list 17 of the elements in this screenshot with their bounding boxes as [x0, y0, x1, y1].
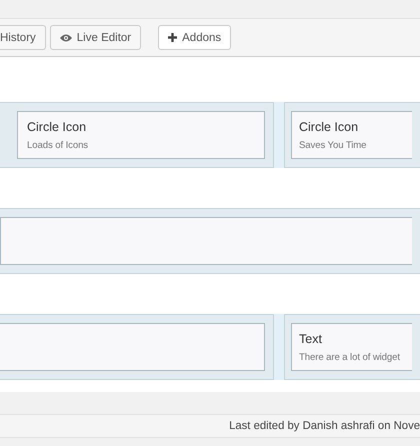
- widget-description: Saves You Time: [299, 140, 368, 150]
- last-edited-text: Last edited by Danish ashrafi on Nove: [229, 420, 420, 432]
- widget-description: There are a lot of widget: [299, 352, 401, 362]
- widget-description: Loads of Icons: [27, 140, 90, 150]
- widget-card[interactable]: [0, 217, 412, 265]
- addons-button[interactable]: Addons: [158, 25, 232, 50]
- history-button[interactable]: History: [0, 25, 46, 50]
- widget-card[interactable]: Circle Icon Saves You Time: [291, 111, 412, 159]
- widget-card[interactable]: Text There are a lot of widget: [291, 323, 412, 371]
- eye-icon: [60, 34, 72, 42]
- widget-title: Text: [299, 332, 323, 346]
- plus-icon: [168, 33, 178, 42]
- widget-card[interactable]: [0, 323, 265, 371]
- widget-title: Circle Icon: [299, 120, 360, 134]
- widget-title: Circle Icon: [27, 120, 88, 134]
- live-editor-button[interactable]: Live Editor: [50, 25, 142, 50]
- widget-card[interactable]: Circle Icon Loads of Icons: [17, 111, 265, 159]
